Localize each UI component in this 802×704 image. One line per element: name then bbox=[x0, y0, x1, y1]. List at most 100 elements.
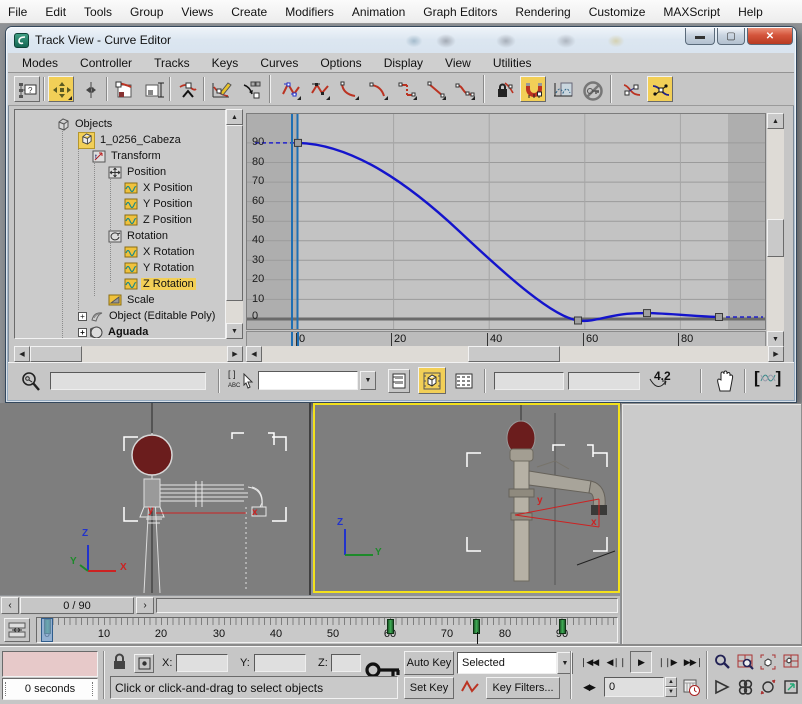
scroll-thumb[interactable] bbox=[30, 346, 82, 362]
menu-customize[interactable]: Customize bbox=[589, 5, 646, 19]
track-bar-ruler[interactable]: 0 10 20 30 40 50 60 70 80 90 bbox=[36, 617, 618, 643]
default-tangent-icon[interactable] bbox=[460, 679, 480, 698]
tree-item-objects[interactable]: Objects bbox=[56, 116, 114, 132]
scroll-thumb[interactable] bbox=[767, 219, 784, 257]
tv-menu-tracks[interactable]: Tracks bbox=[154, 56, 190, 70]
reduce-keys-button-icon[interactable] bbox=[237, 76, 263, 102]
tv-menu-options[interactable]: Options bbox=[320, 56, 361, 70]
tree-item-object-editable-poly[interactable]: + Object (Editable Poly) bbox=[78, 308, 217, 324]
scroll-thumb[interactable] bbox=[226, 125, 243, 301]
viewport-left-active[interactable]: Z Y y x bbox=[313, 403, 620, 593]
menu-maxscript[interactable]: MAXScript bbox=[663, 5, 720, 19]
menu-create[interactable]: Create bbox=[231, 5, 267, 19]
tree-item-z-position[interactable]: Z Position bbox=[124, 212, 194, 228]
scroll-thumb[interactable] bbox=[468, 346, 560, 362]
minimize-button[interactable]: ▬ bbox=[685, 28, 715, 45]
tree-item-transform[interactable]: t Transform bbox=[92, 148, 163, 164]
scroll-right-icon[interactable]: ▶ bbox=[768, 346, 784, 362]
set-tangents-custom-button-icon[interactable] bbox=[306, 76, 332, 102]
menu-tools[interactable]: Tools bbox=[84, 5, 112, 19]
scroll-right-icon[interactable]: ▶ bbox=[227, 346, 243, 362]
tree-item-y-position[interactable]: Y Position bbox=[124, 196, 194, 212]
maxscript-mini-listener[interactable] bbox=[2, 651, 98, 677]
snap-frames-button-icon[interactable] bbox=[520, 76, 546, 102]
time-slider-line[interactable] bbox=[291, 332, 293, 346]
play-button[interactable]: ▶ bbox=[630, 651, 652, 673]
pan-hand-icon[interactable] bbox=[734, 676, 756, 698]
track-set-field[interactable] bbox=[50, 372, 206, 390]
show-keyable-icons-button-icon[interactable] bbox=[578, 76, 604, 102]
show-tangents-button-icon[interactable] bbox=[647, 76, 673, 102]
next-frame-button[interactable]: › bbox=[136, 597, 154, 614]
scroll-left-icon[interactable]: ◀ bbox=[246, 346, 262, 362]
auto-key-button[interactable]: Auto Key bbox=[404, 651, 454, 675]
show-all-tangents-button-icon[interactable] bbox=[618, 76, 644, 102]
scroll-up-icon[interactable]: ▲ bbox=[226, 109, 243, 125]
x-coord-field[interactable] bbox=[176, 654, 228, 672]
show-key-stats-icon[interactable]: 4.2 bbox=[654, 369, 671, 383]
scale-keys-button-icon[interactable] bbox=[111, 76, 137, 102]
frame-spinner[interactable]: ▲ ▼ bbox=[665, 677, 677, 697]
keyframe-marker-90[interactable] bbox=[559, 619, 566, 634]
tree-item-x-rotation[interactable]: X Rotation bbox=[124, 244, 196, 260]
previous-frame-button[interactable]: ◀❘❘ bbox=[604, 651, 628, 673]
go-to-end-button[interactable]: ▶▶❘ bbox=[681, 651, 705, 673]
set-tangents-step-button-icon[interactable] bbox=[393, 76, 419, 102]
time-slider-line[interactable] bbox=[297, 332, 299, 346]
previous-frame-button[interactable]: ‹ bbox=[1, 597, 19, 614]
tree-item-scale[interactable]: Scale bbox=[108, 292, 157, 308]
trackview-titlebar[interactable]: Track View - Curve Editor bbox=[6, 27, 796, 53]
menu-graph-editors[interactable]: Graph Editors bbox=[423, 5, 497, 19]
tree-item-cabeza[interactable]: 1_0256_Cabeza bbox=[78, 132, 183, 148]
zoom-value-extents-icon[interactable]: [] bbox=[754, 368, 781, 388]
expand-plus-icon[interactable]: + bbox=[78, 312, 87, 321]
graph-scrollbar-vertical[interactable]: ▲ ▼ bbox=[767, 113, 784, 347]
scroll-down-icon[interactable]: ▼ bbox=[226, 323, 243, 339]
scale-values-button-icon[interactable] bbox=[140, 76, 166, 102]
select-track-dropdown[interactable] bbox=[258, 371, 358, 390]
key-value-field[interactable] bbox=[568, 372, 640, 390]
lock-selection-button-icon[interactable] bbox=[491, 76, 517, 102]
select-by-name-icon[interactable]: [ ]ABC bbox=[228, 369, 240, 389]
maximize-button[interactable]: ▢ bbox=[717, 28, 745, 45]
filters-button-icon[interactable]: ? bbox=[14, 76, 40, 102]
selection-lock-icon[interactable] bbox=[112, 653, 127, 674]
curve-graph-area[interactable]: 90 80 70 60 50 40 30 20 10 0 bbox=[246, 113, 766, 330]
spinner-up-icon[interactable]: ▲ bbox=[665, 677, 677, 687]
current-frame-field[interactable]: 0 bbox=[604, 677, 664, 697]
menu-modifiers[interactable]: Modifiers bbox=[285, 5, 334, 19]
graph-scrollbar-horizontal[interactable]: ◀ ▶ bbox=[246, 346, 784, 362]
expand-plus-icon[interactable]: + bbox=[78, 328, 87, 337]
viewport-front[interactable]: Z Y X y x bbox=[0, 403, 311, 595]
tree-scrollbar-horizontal[interactable]: ◀ ▶ bbox=[14, 346, 243, 362]
next-frame-button[interactable]: ❘❘▶ bbox=[655, 651, 679, 673]
tv-menu-controller[interactable]: Controller bbox=[80, 56, 132, 70]
spinner-down-icon[interactable]: ▼ bbox=[665, 687, 677, 697]
z-coord-field[interactable] bbox=[331, 654, 361, 672]
field-of-view-icon[interactable] bbox=[711, 676, 733, 698]
menu-rendering[interactable]: Rendering bbox=[515, 5, 570, 19]
graph-time-ruler[interactable]: 0 20 40 60 80 bbox=[246, 331, 766, 347]
time-tag-display[interactable]: 0 seconds bbox=[2, 678, 98, 700]
dropdown-arrow-icon[interactable]: ▼ bbox=[360, 371, 376, 390]
zoom-extents-all-icon[interactable] bbox=[780, 651, 802, 673]
set-tangents-auto-button-icon[interactable] bbox=[277, 76, 303, 102]
tree-item-rotation[interactable]: Rotation bbox=[108, 228, 170, 244]
slide-keys-button-icon[interactable] bbox=[77, 76, 103, 102]
tree-item-y-rotation[interactable]: Y Rotation bbox=[124, 260, 196, 276]
menu-file[interactable]: File bbox=[8, 5, 27, 19]
zoom-icon[interactable] bbox=[711, 651, 733, 673]
menu-edit[interactable]: Edit bbox=[45, 5, 66, 19]
tree-item-x-position[interactable]: X Position bbox=[124, 180, 195, 196]
selection-filter-dropdown[interactable]: Selected bbox=[457, 652, 557, 674]
set-key-button[interactable]: Set Key bbox=[404, 677, 454, 699]
key-mode-toggle-icon[interactable]: ◀▶ bbox=[577, 676, 601, 698]
close-button[interactable]: ✕ bbox=[747, 28, 793, 45]
set-tangents-smooth-button-icon[interactable] bbox=[451, 76, 477, 102]
tv-menu-view[interactable]: View bbox=[445, 56, 471, 70]
tv-menu-keys[interactable]: Keys bbox=[212, 56, 239, 70]
key-time-field[interactable] bbox=[494, 372, 564, 390]
menu-group[interactable]: Group bbox=[130, 5, 163, 19]
menu-animation[interactable]: Animation bbox=[352, 5, 405, 19]
tree-item-position[interactable]: Position bbox=[108, 164, 168, 180]
